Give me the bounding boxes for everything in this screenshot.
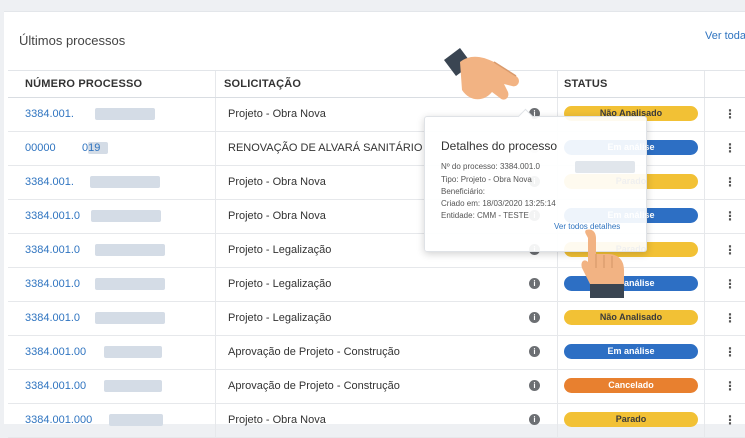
- request-type: Aprovação de Projeto - Construção: [228, 346, 400, 358]
- table-row: 3384.001.0 Projeto - Legalização i Não Anal…: [8, 302, 745, 336]
- request-type: Projeto - Legalização: [228, 244, 332, 256]
- redacted-block: [104, 380, 162, 392]
- kebab-menu-icon[interactable]: ⋮: [724, 107, 736, 121]
- kebab-menu-icon[interactable]: ⋮: [724, 311, 736, 325]
- kebab-menu-icon[interactable]: ⋮: [724, 175, 736, 189]
- header-solicitacao: SOLICITAÇÃO: [224, 78, 302, 90]
- header-numero-processo: NÚMERO PROCESSO: [25, 78, 143, 90]
- popover-title: Detalhes do processo: [441, 139, 558, 153]
- popover-numero: Nº do processo: 3384.001.0: [441, 162, 540, 171]
- process-number-suffix[interactable]: 019: [82, 142, 100, 154]
- status-badge: Parado: [564, 412, 698, 427]
- popover-criado: Criado em: 18/03/2020 13:25:14: [441, 199, 556, 208]
- info-icon[interactable]: i: [529, 414, 540, 425]
- redacted-block: [575, 161, 635, 173]
- request-type: Projeto - Obra Nova: [228, 108, 326, 120]
- card-title: Últimos processos: [19, 33, 126, 48]
- process-number-link[interactable]: 3384.001.: [25, 108, 74, 120]
- request-type: Projeto - Legalização: [228, 312, 332, 324]
- kebab-menu-icon[interactable]: ⋮: [724, 243, 736, 257]
- status-badge: Em análise: [564, 344, 698, 359]
- process-number-link[interactable]: 00000: [25, 142, 56, 154]
- status-badge: Cancelado: [564, 378, 698, 393]
- redacted-block: [109, 414, 163, 426]
- info-icon[interactable]: i: [529, 380, 540, 391]
- redacted-block: [91, 210, 161, 222]
- process-number-link[interactable]: 3384.001.0: [25, 210, 80, 222]
- kebab-menu-icon[interactable]: ⋮: [724, 413, 736, 427]
- popover-beneficiario: Beneficiário:: [441, 187, 486, 196]
- process-number-link[interactable]: 3384.001.000: [25, 414, 92, 426]
- header-status: STATUS: [564, 78, 608, 90]
- request-type: RENOVAÇÃO DE ALVARÁ SANITÁRIO: [228, 142, 423, 154]
- status-badge: Não Analisado: [564, 310, 698, 325]
- table-header: NÚMERO PROCESSO SOLICITAÇÃO STATUS: [8, 70, 745, 98]
- popover-entidade: Entidade: CMM - TESTE: [441, 211, 529, 220]
- redacted-block: [95, 312, 165, 324]
- redacted-block: [95, 108, 155, 120]
- table-row: 3384.001.0 Projeto - Legalização i Em análi…: [8, 268, 745, 302]
- info-icon[interactable]: i: [529, 346, 540, 357]
- redacted-block: [104, 346, 162, 358]
- request-type: Projeto - Obra Nova: [228, 176, 326, 188]
- kebab-menu-icon[interactable]: ⋮: [724, 379, 736, 393]
- kebab-menu-icon[interactable]: ⋮: [724, 209, 736, 223]
- view-all-link[interactable]: Ver todas: [705, 30, 745, 42]
- popover-tipo: Tipo: Projeto - Obra Nova: [441, 175, 532, 184]
- process-number-link[interactable]: 3384.001.: [25, 176, 74, 188]
- hand-pointer-icon: [444, 48, 519, 100]
- request-type: Projeto - Obra Nova: [228, 210, 326, 222]
- request-type: Projeto - Legalização: [228, 278, 332, 290]
- process-number-link[interactable]: 3384.001.00: [25, 346, 86, 358]
- hand-pointer-icon: [581, 229, 624, 298]
- process-number-link[interactable]: 3384.001.0: [25, 278, 80, 290]
- info-icon[interactable]: i: [529, 278, 540, 289]
- redacted-block: [95, 278, 165, 290]
- process-number-link[interactable]: 3384.001.0: [25, 244, 80, 256]
- table-row: 3384.001.00 Aprovação de Projeto - Constr…: [8, 370, 745, 404]
- request-type: Projeto - Obra Nova: [228, 414, 326, 426]
- table-row: 3384.001.000 Projeto - Obra Nova i Parado ⋮: [8, 404, 745, 438]
- process-number-link[interactable]: 3384.001.0: [25, 312, 80, 324]
- redacted-block: [90, 176, 160, 188]
- process-number-link[interactable]: 3384.001.00: [25, 380, 86, 392]
- info-icon[interactable]: i: [529, 312, 540, 323]
- kebab-menu-icon[interactable]: ⋮: [724, 277, 736, 291]
- request-type: Aprovação de Projeto - Construção: [228, 380, 400, 392]
- kebab-menu-icon[interactable]: ⋮: [724, 345, 736, 359]
- table-row: 3384.001.00 Aprovação de Projeto - Constr…: [8, 336, 745, 370]
- redacted-block: [95, 244, 165, 256]
- kebab-menu-icon[interactable]: ⋮: [724, 141, 736, 155]
